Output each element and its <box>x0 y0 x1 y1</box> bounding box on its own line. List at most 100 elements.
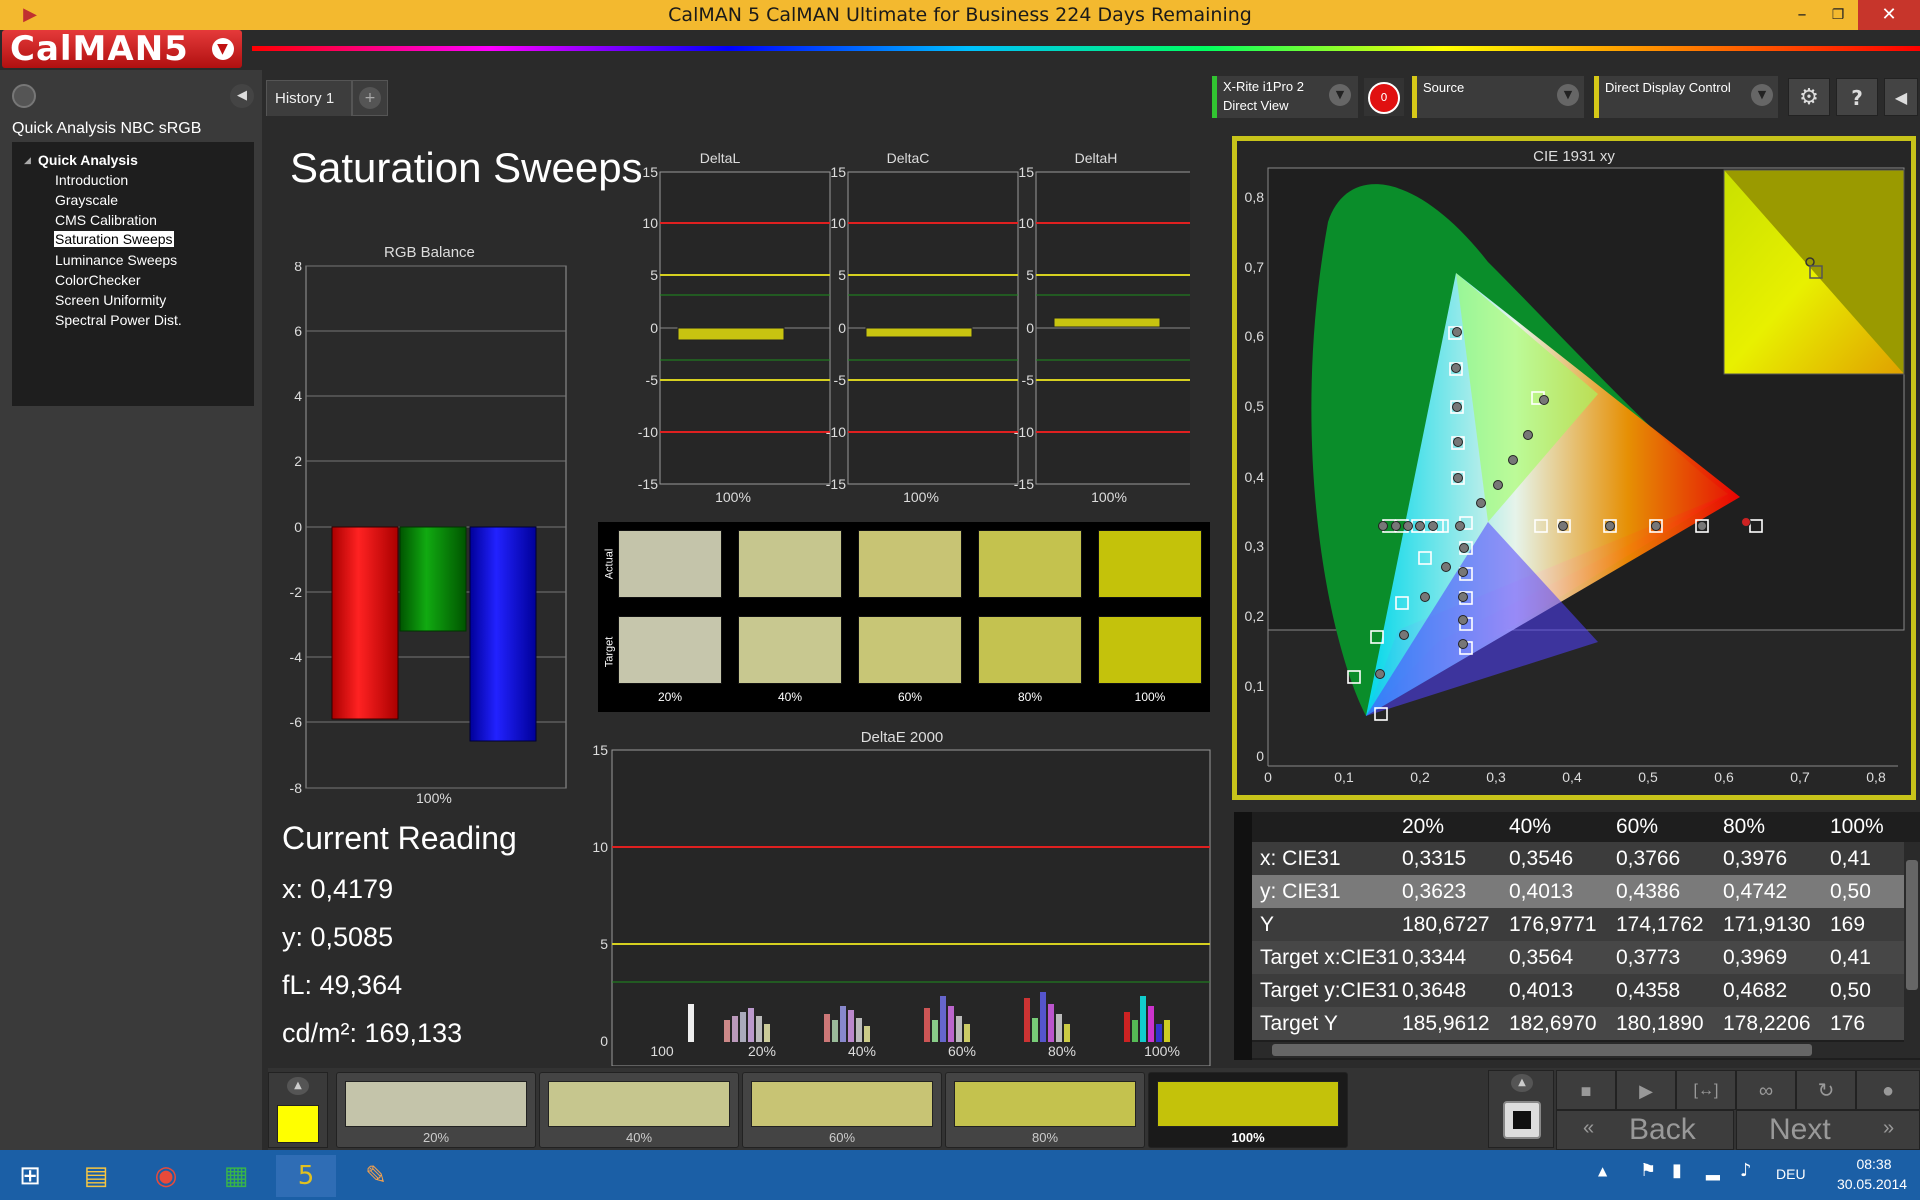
next-button[interactable]: Next » <box>1736 1110 1920 1150</box>
stop-icon[interactable]: ■ <box>1556 1070 1616 1110</box>
chevron-down-icon[interactable]: ▼ <box>212 38 234 60</box>
chevron-down-icon[interactable]: ▼ <box>1329 84 1351 106</box>
sidebar-item-saturation-sweeps[interactable]: Saturation Sweeps <box>54 231 174 247</box>
deltae-xlabel: 100 <box>650 1043 674 1059</box>
play-icon[interactable]: ▶ <box>1616 1070 1676 1110</box>
vscroll-thumb[interactable] <box>1906 860 1918 990</box>
deltal-bar <box>677 327 785 341</box>
delta-ytick: 15 <box>642 164 658 180</box>
sidebar-item-spectral-power[interactable]: Spectral Power Dist. <box>55 312 182 328</box>
language-indicator[interactable]: DEU <box>1776 1166 1806 1182</box>
collapse-right-icon[interactable]: ◀ <box>1884 78 1918 116</box>
calman-logo[interactable]: CalMAN5 ▼ <box>2 30 242 68</box>
current-color-panel: ▲ <box>268 1072 328 1148</box>
sidebar: ◀ Quick Analysis NBC sRGB ◢ Quick Analys… <box>0 70 262 1150</box>
table-header[interactable]: 60% <box>1616 812 1723 842</box>
help-icon[interactable]: ? <box>1836 78 1878 116</box>
chevron-up-icon[interactable]: ▲ <box>287 1077 309 1095</box>
table-header[interactable]: 100% <box>1830 812 1904 842</box>
rgb-ytick: 0 <box>294 519 302 535</box>
hscroll-thumb[interactable] <box>1272 1044 1812 1056</box>
delta-ytick: 10 <box>830 215 846 231</box>
meter-count-badge[interactable]: 0 <box>1368 82 1400 114</box>
table-header[interactable]: 80% <box>1723 812 1830 842</box>
chevron-down-icon[interactable]: ▼ <box>1751 84 1773 106</box>
record-icon[interactable] <box>12 84 36 108</box>
clock-date[interactable]: 30.05.2014 <box>1824 1176 1920 1192</box>
tab-history-1[interactable]: History 1 <box>266 80 352 116</box>
bottom-swatch-20[interactable]: 20% <box>336 1072 536 1148</box>
sidebar-item-cms-calibration[interactable]: CMS Calibration <box>55 212 157 228</box>
battery-icon[interactable]: ▮ <box>1672 1160 1682 1181</box>
chrome-icon[interactable]: ◉ <box>136 1155 196 1197</box>
table-row[interactable]: Target y:CIE31 0,3648 0,4013 0,4358 0,4682 0,… <box>1252 974 1904 1007</box>
store-icon[interactable]: ▦ <box>206 1155 266 1197</box>
calman-taskbar-icon[interactable]: 5 <box>276 1155 336 1197</box>
cie-xtick: 0,1 <box>1334 769 1354 785</box>
record-toggle-icon[interactable]: ● <box>1856 1070 1920 1110</box>
network-icon[interactable]: ▂ <box>1706 1160 1720 1181</box>
tree-root[interactable]: Quick Analysis <box>38 152 138 168</box>
source-selector[interactable]: Source ▼ <box>1412 76 1584 118</box>
file-explorer-icon[interactable]: ▤ <box>66 1155 126 1197</box>
table-row[interactable]: Y 180,6727 176,9771 174,1762 171,9130 169 <box>1252 908 1904 941</box>
table-hscrollbar[interactable] <box>1252 1042 1920 1058</box>
bottom-swatch-40[interactable]: 40% <box>539 1072 739 1148</box>
sidebar-item-luminance-sweeps[interactable]: Luminance Sweeps <box>55 252 177 268</box>
table-vscrollbar[interactable] <box>1904 842 1920 1042</box>
restore-button[interactable]: ❐ <box>1816 0 1860 30</box>
table-row[interactable]: x: CIE31 0,3315 0,3546 0,3766 0,3976 0,41 <box>1252 842 1904 875</box>
table-row[interactable]: Target Y 185,9612 182,6970 180,1890 178,2206… <box>1252 1007 1904 1040</box>
tree-expand-icon[interactable]: ◢ <box>24 156 31 166</box>
refresh-icon[interactable]: ↻ <box>1796 1070 1856 1110</box>
table-cell: 174,1762 <box>1616 912 1704 936</box>
speaker-icon[interactable]: ♪ <box>1740 1160 1752 1181</box>
stop-measure-button[interactable] <box>1503 1101 1541 1139</box>
reading-y: y: 0,5085 <box>282 922 394 952</box>
paint-icon[interactable]: ✎ <box>346 1155 406 1197</box>
display-selector[interactable]: Direct Display Control ▼ <box>1594 76 1778 118</box>
sidebar-item-colorchecker[interactable]: ColorChecker <box>55 272 141 288</box>
target-swatch-100 <box>1098 616 1202 684</box>
bottom-swatch-60[interactable]: 60% <box>742 1072 942 1148</box>
windows-start-icon[interactable]: ⊞ <box>0 1155 60 1197</box>
cie-xtick: 0 <box>1264 769 1272 785</box>
cie-zoom-inset <box>1723 169 1905 375</box>
chevron-down-icon[interactable]: ▼ <box>1557 84 1579 106</box>
sidebar-item-grayscale[interactable]: Grayscale <box>55 192 118 208</box>
sidebar-item-introduction[interactable]: Introduction <box>55 172 128 188</box>
table-cell: 185,9612 <box>1402 1011 1490 1035</box>
bottom-swatch-80[interactable]: 80% <box>945 1072 1145 1148</box>
app-icon[interactable]: ▶ <box>8 0 52 30</box>
table-row[interactable]: y: CIE31 0,3623 0,4013 0,4386 0,4742 0,50 <box>1252 875 1904 908</box>
table-header-row: 20% 40% 60% 80% 100% <box>1252 812 1904 842</box>
sidebar-item-screen-uniformity[interactable]: Screen Uniformity <box>55 292 166 308</box>
cie-ytick: 0,3 <box>1245 538 1265 554</box>
table-header[interactable]: 20% <box>1402 812 1509 842</box>
settings-gear-icon[interactable]: ⚙ <box>1788 78 1830 116</box>
tray-expand-icon[interactable]: ▲ <box>1598 1164 1607 1178</box>
table-cell: 0,3648 <box>1402 978 1467 1002</box>
bottom-swatch-label: 40% <box>625 1130 653 1145</box>
continuous-icon[interactable]: ∞ <box>1736 1070 1796 1110</box>
chevron-up-icon[interactable]: ▲ <box>1511 1074 1533 1092</box>
collapse-sidebar-icon[interactable]: ◀ <box>230 84 254 108</box>
table-cell: 0,41 <box>1830 846 1871 870</box>
flag-icon[interactable]: ⚑ <box>1640 1160 1656 1181</box>
workflow-tree: ◢ Quick Analysis Introduction Grayscale … <box>12 142 254 406</box>
delta-ytick: -5 <box>646 372 659 388</box>
table-row[interactable]: Target x:CIE31 0,3344 0,3564 0,3773 0,3969 0,… <box>1252 941 1904 974</box>
back-button[interactable]: « Back <box>1556 1110 1734 1150</box>
table-header[interactable]: 40% <box>1509 812 1616 842</box>
add-tab-button[interactable]: + <box>352 80 388 116</box>
rgb-ytick: 8 <box>294 262 302 274</box>
rgb-balance-xlabel: 100% <box>416 790 452 806</box>
close-button[interactable]: ✕ <box>1858 0 1920 30</box>
next-arrow-icon: » <box>1883 1117 1895 1139</box>
rgb-balance-title: RGB Balance <box>384 244 475 261</box>
bottom-swatch-100[interactable]: 100% <box>1148 1072 1348 1148</box>
clock-time[interactable]: 08:38 <box>1834 1156 1914 1172</box>
meter-selector[interactable]: X-Rite i1Pro 2 Direct View ▼ <box>1212 76 1358 118</box>
rgb-balance-chart: 8 6 4 2 0 -2 -4 -6 -8 <box>290 262 567 796</box>
loop-range-icon[interactable]: [↔] <box>1676 1070 1736 1110</box>
